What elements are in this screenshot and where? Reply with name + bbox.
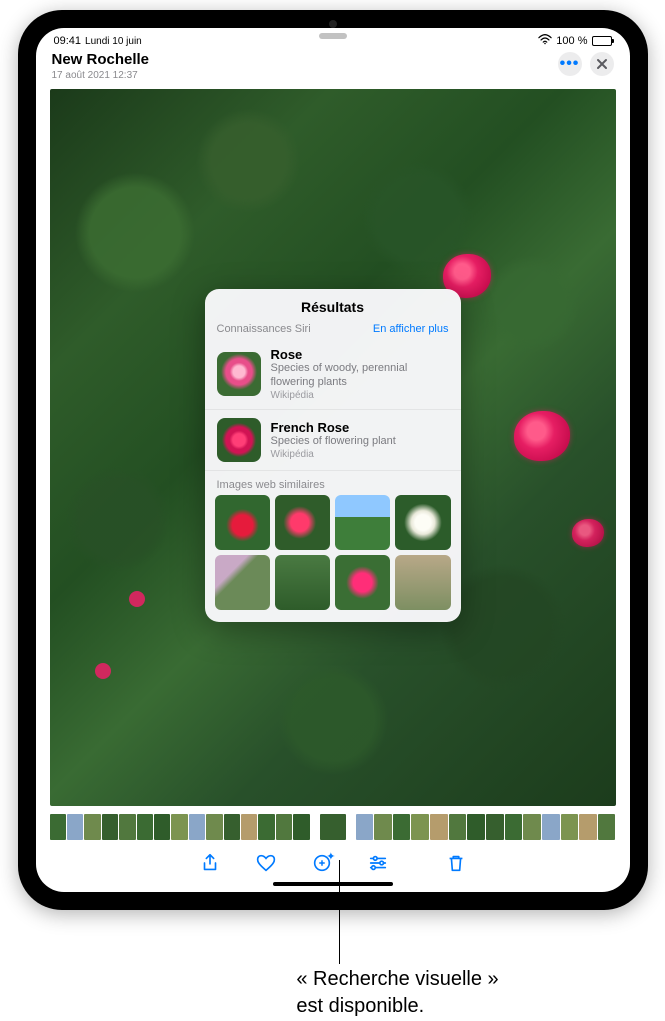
result-thumbnail: [217, 352, 261, 396]
result-desc: Species of woody, perennial flowering pl…: [271, 362, 449, 388]
result-row[interactable]: Rose Species of woody, perennial floweri…: [205, 339, 461, 409]
result-source: Wikipédia: [271, 390, 449, 401]
photo-toolbar: ✦: [36, 844, 630, 880]
show-more-button[interactable]: En afficher plus: [373, 323, 449, 335]
thumb[interactable]: [561, 814, 579, 840]
thumb[interactable]: [171, 814, 187, 840]
thumb[interactable]: [542, 814, 560, 840]
similar-image[interactable]: [395, 495, 450, 550]
home-indicator[interactable]: [273, 882, 393, 886]
result-desc: Species of flowering plant: [271, 435, 396, 448]
thumb[interactable]: [102, 814, 118, 840]
delete-button[interactable]: [445, 852, 467, 874]
ipad-frame: 09:41 Lundi 10 juin 100 % New Rochelle 1…: [18, 10, 648, 910]
thumbnail-scrubber[interactable]: [36, 810, 630, 844]
thumb[interactable]: [119, 814, 135, 840]
battery-pct: 100 %: [556, 35, 587, 47]
thumb[interactable]: [411, 814, 429, 840]
status-bar: 09:41 Lundi 10 juin 100 %: [36, 28, 630, 50]
thumb[interactable]: [598, 814, 616, 840]
trash-icon: [445, 852, 467, 874]
photo-view[interactable]: Résultats Connaissances Siri En afficher…: [50, 89, 616, 807]
sliders-icon: [367, 852, 389, 874]
thumb[interactable]: [356, 814, 374, 840]
visual-lookup-popover: Résultats Connaissances Siri En afficher…: [205, 289, 461, 622]
thumb[interactable]: [393, 814, 411, 840]
similar-image[interactable]: [215, 495, 270, 550]
callout-line: [339, 860, 340, 964]
thumb[interactable]: [67, 814, 83, 840]
thumb[interactable]: [505, 814, 523, 840]
share-button[interactable]: [199, 852, 221, 874]
visual-lookup-button[interactable]: ✦: [311, 852, 333, 874]
sparkle-icon: ✦: [326, 850, 335, 863]
result-name: Rose: [271, 347, 449, 362]
thumb[interactable]: [467, 814, 485, 840]
thumb[interactable]: [374, 814, 392, 840]
thumb[interactable]: [430, 814, 448, 840]
thumb-current[interactable]: [320, 814, 346, 840]
favorite-button[interactable]: [255, 852, 277, 874]
callout-text: « Recherche visuelle » est disponible.: [296, 966, 498, 1020]
result-source: Wikipédia: [271, 449, 396, 460]
result-row[interactable]: French Rose Species of flowering plant W…: [205, 410, 461, 471]
close-button[interactable]: [590, 52, 614, 76]
thumb[interactable]: [486, 814, 504, 840]
similar-images-grid: [205, 495, 461, 623]
similar-image[interactable]: [335, 555, 390, 610]
similar-image[interactable]: [335, 495, 390, 550]
thumb[interactable]: [579, 814, 597, 840]
status-date: Lundi 10 juin: [85, 36, 142, 47]
heart-icon: [255, 852, 277, 874]
thumb[interactable]: [241, 814, 257, 840]
thumb[interactable]: [224, 814, 240, 840]
thumb[interactable]: [84, 814, 100, 840]
similar-images-label: Images web similaires: [205, 471, 461, 495]
photo-bud: [129, 591, 145, 607]
photo-bud: [95, 663, 111, 679]
popover-title: Résultats: [205, 289, 461, 323]
result-name: French Rose: [271, 420, 396, 435]
photo-header: New Rochelle 17 août 2021 12:37 •••: [36, 50, 630, 87]
thumb[interactable]: [154, 814, 170, 840]
thumb[interactable]: [449, 814, 467, 840]
thumb[interactable]: [137, 814, 153, 840]
callout-line1: « Recherche visuelle »: [296, 966, 498, 993]
thumb[interactable]: [276, 814, 292, 840]
photo-datetime: 17 août 2021 12:37: [52, 70, 150, 81]
edit-button[interactable]: [367, 852, 389, 874]
ipad-screen: 09:41 Lundi 10 juin 100 % New Rochelle 1…: [36, 28, 630, 892]
photo-location-title: New Rochelle: [52, 52, 150, 69]
thumb[interactable]: [206, 814, 222, 840]
more-button[interactable]: •••: [558, 52, 582, 76]
result-thumbnail: [217, 418, 261, 462]
similar-image[interactable]: [395, 555, 450, 610]
callout-line2: est disponible.: [296, 993, 498, 1020]
wifi-icon: [538, 34, 552, 48]
thumb[interactable]: [293, 814, 309, 840]
multitask-pill[interactable]: [319, 33, 347, 39]
battery-icon: [592, 36, 612, 46]
thumb[interactable]: [523, 814, 541, 840]
thumb[interactable]: [258, 814, 274, 840]
front-camera: [329, 20, 337, 28]
siri-knowledge-label: Connaissances Siri: [217, 323, 311, 335]
status-time: 09:41: [54, 35, 82, 47]
xmark-icon: [596, 58, 608, 70]
photo-flower: [572, 519, 604, 547]
share-icon: [199, 852, 221, 874]
similar-image[interactable]: [275, 555, 330, 610]
ellipsis-icon: •••: [560, 55, 580, 73]
similar-image[interactable]: [275, 495, 330, 550]
similar-image[interactable]: [215, 555, 270, 610]
thumb[interactable]: [189, 814, 205, 840]
thumb[interactable]: [50, 814, 66, 840]
